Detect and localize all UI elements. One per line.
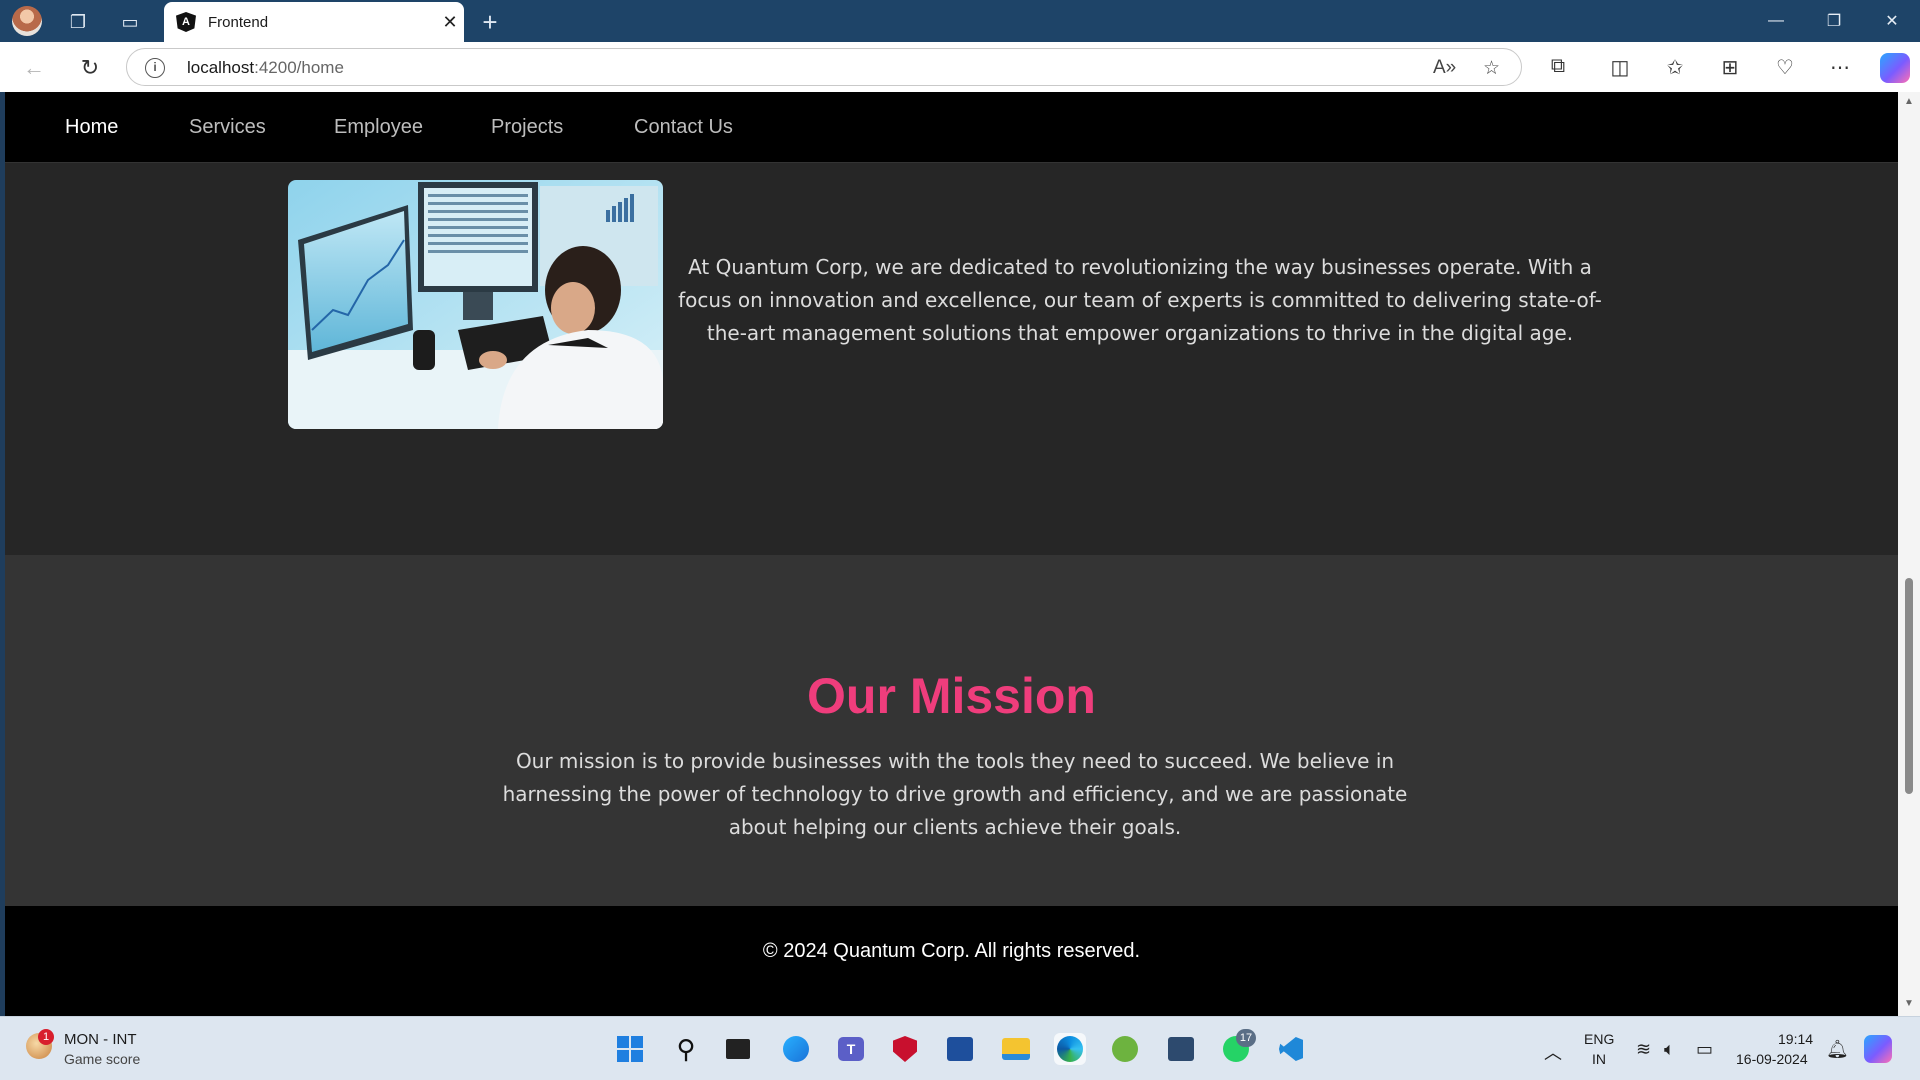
page-viewport: Home Services Employee Projects Contact …: [5, 92, 1898, 1016]
sports-widget[interactable]: 1 MON - INT Game score: [22, 1029, 182, 1069]
minimize-button[interactable]: —: [1748, 0, 1804, 42]
wifi-icon[interactable]: ≋: [1636, 1039, 1651, 1060]
nav-contact-us[interactable]: Contact Us: [634, 116, 733, 139]
office-workstation-image: [288, 180, 663, 429]
about-paragraph: At Quantum Corp, we are dedicated to rev…: [678, 255, 1602, 345]
spring-tool-icon[interactable]: [1109, 1033, 1141, 1065]
battery-icon[interactable]: ▭: [1696, 1039, 1713, 1060]
url-text[interactable]: localhost:4200/home: [187, 58, 344, 78]
extensions-icon[interactable]: ⧉: [1544, 55, 1572, 78]
favorites-icon[interactable]: ✩: [1661, 55, 1689, 80]
mcafee-icon[interactable]: [889, 1033, 921, 1065]
vertical-tabs-icon[interactable]: ▭: [116, 8, 144, 36]
more-menu-icon[interactable]: ⋯: [1826, 55, 1854, 80]
scroll-thumb[interactable]: [1905, 578, 1913, 794]
tab-title: Frontend: [208, 13, 269, 31]
volume-icon[interactable]: 🔈︎: [1664, 1039, 1675, 1060]
nav-services[interactable]: Services: [189, 116, 266, 139]
about-section: At Quantum Corp, we are dedicated to rev…: [5, 163, 1898, 555]
browser-title-bar: ❐ ▭ A Frontend ✕ + — ❐ ✕: [0, 0, 1920, 42]
mysql-workbench-icon[interactable]: [1165, 1033, 1197, 1065]
widget-title: MON - INT: [64, 1031, 137, 1048]
angular-icon: A: [176, 12, 196, 32]
copilot-taskbar-icon[interactable]: [780, 1033, 812, 1065]
start-icon[interactable]: [614, 1033, 646, 1065]
clock-date[interactable]: 16-09-2024: [1736, 1051, 1808, 1067]
language-indicator-top[interactable]: ENG: [1584, 1031, 1614, 1047]
profile-avatar[interactable]: [12, 6, 42, 36]
back-button[interactable]: ←: [18, 52, 50, 84]
widget-badge: 1: [38, 1029, 54, 1045]
refresh-button[interactable]: ↻: [74, 52, 106, 84]
widget-subtitle: Game score: [64, 1051, 141, 1067]
mission-paragraph: Our mission is to provide businesses wit…: [502, 749, 1408, 839]
browser-essentials-icon[interactable]: ♡: [1771, 55, 1799, 80]
mission-section: Our Mission Our mission is to provide bu…: [5, 555, 1898, 906]
microsoft-store-icon[interactable]: [944, 1033, 976, 1065]
copilot-icon[interactable]: [1880, 53, 1910, 83]
site-navbar: Home Services Employee Projects Contact …: [5, 92, 1898, 163]
search-icon[interactable]: ⚲: [670, 1033, 702, 1065]
copyright-text: © 2024 Quantum Corp. All rights reserved…: [762, 940, 1141, 962]
teams-icon[interactable]: T: [835, 1033, 867, 1065]
read-aloud-icon[interactable]: A»: [1433, 57, 1456, 79]
edge-icon[interactable]: [1054, 1033, 1086, 1065]
nav-projects[interactable]: Projects: [491, 116, 563, 139]
show-hidden-icons-chevron-icon[interactable]: ︿: [1544, 1039, 1562, 1065]
scroll-up-arrow[interactable]: ▲: [1904, 96, 1914, 107]
scroll-down-arrow[interactable]: ▼: [1904, 998, 1914, 1009]
whatsapp-badge: 17: [1236, 1029, 1256, 1047]
windows-taskbar: 1 MON - INT Game score ⚲ T 17 ︿ ENG IN ≋…: [0, 1016, 1920, 1080]
copilot-pre-icon[interactable]: [1862, 1033, 1894, 1065]
favorite-star-icon[interactable]: ☆: [1483, 57, 1500, 80]
close-tab-icon[interactable]: ✕: [436, 12, 464, 33]
nav-employee[interactable]: Employee: [334, 116, 423, 139]
nav-home[interactable]: Home: [65, 116, 118, 139]
vscode-icon[interactable]: [1275, 1033, 1307, 1065]
split-screen-icon[interactable]: ◫: [1606, 55, 1634, 80]
address-bar[interactable]: i localhost:4200/home A» ☆: [126, 48, 1522, 86]
site-footer: © 2024 Quantum Corp. All rights reserved…: [5, 906, 1898, 1016]
tab-frontend[interactable]: A Frontend ✕: [164, 2, 464, 42]
language-indicator-bottom[interactable]: IN: [1592, 1051, 1606, 1067]
file-explorer-icon[interactable]: [1000, 1033, 1032, 1065]
workspaces-icon[interactable]: ❐: [64, 8, 92, 36]
collections-icon[interactable]: ⊞: [1716, 55, 1744, 80]
task-view-icon[interactable]: [722, 1033, 754, 1065]
page-scrollbar[interactable]: ▲ ▼: [1898, 92, 1920, 1016]
new-tab-button[interactable]: +: [476, 7, 504, 37]
restore-button[interactable]: ❐: [1806, 0, 1862, 42]
browser-toolbar: ← ↻ i localhost:4200/home A» ☆ ⧉ ◫ ✩ ⊞ ♡…: [0, 42, 1920, 92]
mission-heading: Our Mission: [807, 668, 1096, 724]
site-info-icon[interactable]: i: [145, 58, 165, 78]
notification-bell-icon[interactable]: 🔔︎: [1826, 1039, 1849, 1060]
close-window-button[interactable]: ✕: [1864, 0, 1920, 42]
clock-time[interactable]: 19:14: [1778, 1031, 1813, 1047]
